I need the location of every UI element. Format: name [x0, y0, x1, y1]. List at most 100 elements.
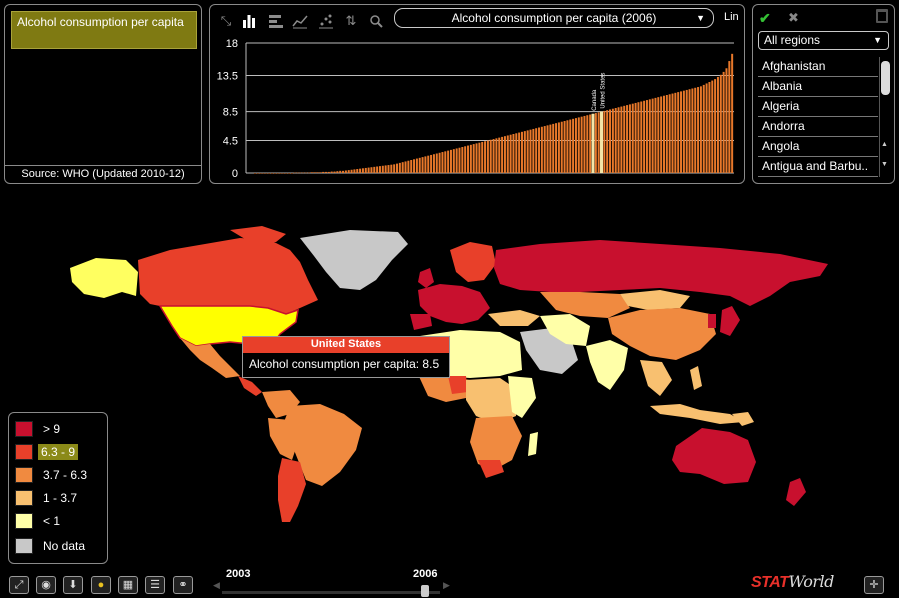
list-item[interactable]: Afghanistan — [758, 57, 878, 77]
chart-bar[interactable] — [254, 173, 256, 174]
chart-bar[interactable] — [273, 173, 276, 174]
chart-bar[interactable] — [310, 172, 313, 173]
region-southeast-asia[interactable] — [640, 360, 672, 396]
scroll-up-icon[interactable]: ▲ — [881, 141, 888, 148]
chart-bar[interactable] — [256, 173, 259, 174]
timeline-prev-icon[interactable]: ◀ — [213, 580, 220, 591]
chart-bar[interactable] — [438, 152, 441, 173]
chart-bar[interactable] — [484, 141, 487, 173]
timeline-track[interactable] — [222, 591, 440, 594]
chart-bar[interactable] — [339, 170, 342, 173]
bubble-icon[interactable]: ● — [91, 576, 111, 594]
chart-bar[interactable] — [668, 94, 671, 173]
region-new-zealand[interactable] — [786, 478, 806, 506]
chart-bar[interactable] — [566, 120, 569, 173]
chart-bar[interactable] — [603, 110, 606, 173]
chart-bar[interactable] — [367, 167, 370, 173]
chart-bar[interactable] — [563, 121, 566, 173]
chart-bar[interactable] — [731, 53, 734, 173]
chart-bar[interactable] — [276, 173, 279, 174]
chart-bar[interactable] — [617, 107, 620, 173]
chart-bar[interactable] — [498, 137, 501, 173]
scroll-down-icon[interactable]: ▼ — [881, 161, 888, 168]
horizontal-bar-icon[interactable] — [268, 13, 284, 29]
chart-bar[interactable] — [359, 168, 362, 173]
country-scrollbar[interactable]: ▲ ▼ — [879, 57, 890, 177]
list-item[interactable]: Andorra — [758, 117, 878, 137]
chart-bar[interactable] — [373, 166, 376, 173]
chart-bar[interactable] — [370, 167, 373, 173]
chart-bar[interactable] — [290, 173, 293, 174]
chart-bar[interactable] — [441, 152, 444, 173]
chart-bar[interactable] — [532, 128, 535, 173]
chart-bar[interactable] — [330, 171, 333, 173]
scroll-thumb[interactable] — [881, 61, 890, 95]
chart-bar-highlight[interactable] — [600, 111, 603, 173]
chart-bar[interactable] — [708, 82, 711, 173]
chart-bar[interactable] — [722, 71, 725, 173]
clear-icon[interactable]: ✖ — [788, 10, 799, 26]
region-mongolia[interactable] — [620, 290, 690, 310]
chart-bar[interactable] — [401, 162, 404, 173]
chart-bar[interactable] — [461, 147, 464, 173]
region-spain[interactable] — [410, 314, 432, 330]
chart-bar[interactable] — [645, 100, 648, 173]
chart-bar[interactable] — [336, 171, 339, 173]
region-greenland[interactable] — [300, 230, 408, 290]
chart-bar[interactable] — [535, 128, 538, 173]
chart-bar[interactable] — [467, 145, 470, 173]
chart-bar[interactable] — [597, 112, 600, 173]
region-korea[interactable] — [708, 314, 716, 328]
region-uk[interactable] — [418, 268, 434, 288]
chart-bar[interactable] — [418, 157, 421, 173]
chart-bar[interactable] — [680, 91, 683, 173]
chart-bar[interactable] — [344, 170, 347, 173]
chart-bar[interactable] — [271, 173, 274, 174]
chart-bar[interactable] — [279, 173, 282, 174]
region-japan[interactable] — [720, 306, 740, 336]
chart-bar[interactable] — [415, 158, 418, 173]
chart-bar[interactable] — [293, 172, 296, 174]
region-canada[interactable] — [138, 238, 318, 314]
chart-bar[interactable] — [685, 89, 688, 173]
list-icon[interactable]: ☰ — [145, 576, 165, 594]
chart-bar[interactable] — [299, 172, 302, 174]
chart-bar[interactable] — [640, 101, 643, 174]
chart-bar[interactable] — [574, 118, 577, 173]
chart-bar[interactable] — [464, 146, 467, 173]
chart-bar[interactable] — [424, 156, 427, 173]
chart-bar[interactable] — [350, 169, 353, 173]
chart-bar[interactable] — [662, 95, 665, 173]
chart-bar[interactable] — [481, 141, 484, 173]
list-item[interactable]: Antigua and Barbu.. — [758, 157, 878, 177]
chart-bar[interactable] — [342, 170, 345, 173]
chart-bar[interactable] — [677, 92, 680, 173]
chart-bar[interactable] — [628, 104, 631, 173]
chart-bar[interactable] — [413, 159, 416, 173]
chart-bar[interactable] — [648, 99, 651, 173]
chart-bar[interactable] — [444, 151, 447, 173]
chart-bar[interactable] — [631, 103, 634, 173]
chart-bar[interactable] — [540, 126, 543, 173]
region-select[interactable]: All regions ▼ — [758, 31, 889, 50]
sort-icon[interactable]: ⇅ — [343, 13, 359, 29]
chart-bar[interactable] — [393, 164, 396, 173]
chart-bar-highlight[interactable] — [591, 113, 595, 173]
chart-bar[interactable] — [543, 126, 546, 173]
chart-bar[interactable] — [674, 92, 677, 173]
chart-bar[interactable] — [515, 133, 518, 173]
chart-bar[interactable] — [606, 110, 609, 173]
region-alaska[interactable] — [70, 258, 138, 298]
chart-bar[interactable] — [390, 164, 393, 173]
chart-bar[interactable] — [486, 140, 489, 174]
region-turkey[interactable] — [488, 310, 540, 326]
chart-bar[interactable] — [313, 172, 316, 173]
chart-bar[interactable] — [475, 143, 478, 173]
chart-bar[interactable] — [381, 165, 384, 173]
chart-bar[interactable] — [637, 102, 640, 173]
chart-bar[interactable] — [654, 97, 657, 173]
chart-bar[interactable] — [728, 61, 731, 173]
chart-bar[interactable] — [634, 102, 637, 173]
chart-bar[interactable] — [316, 172, 319, 173]
line-chart-icon[interactable] — [292, 13, 308, 29]
